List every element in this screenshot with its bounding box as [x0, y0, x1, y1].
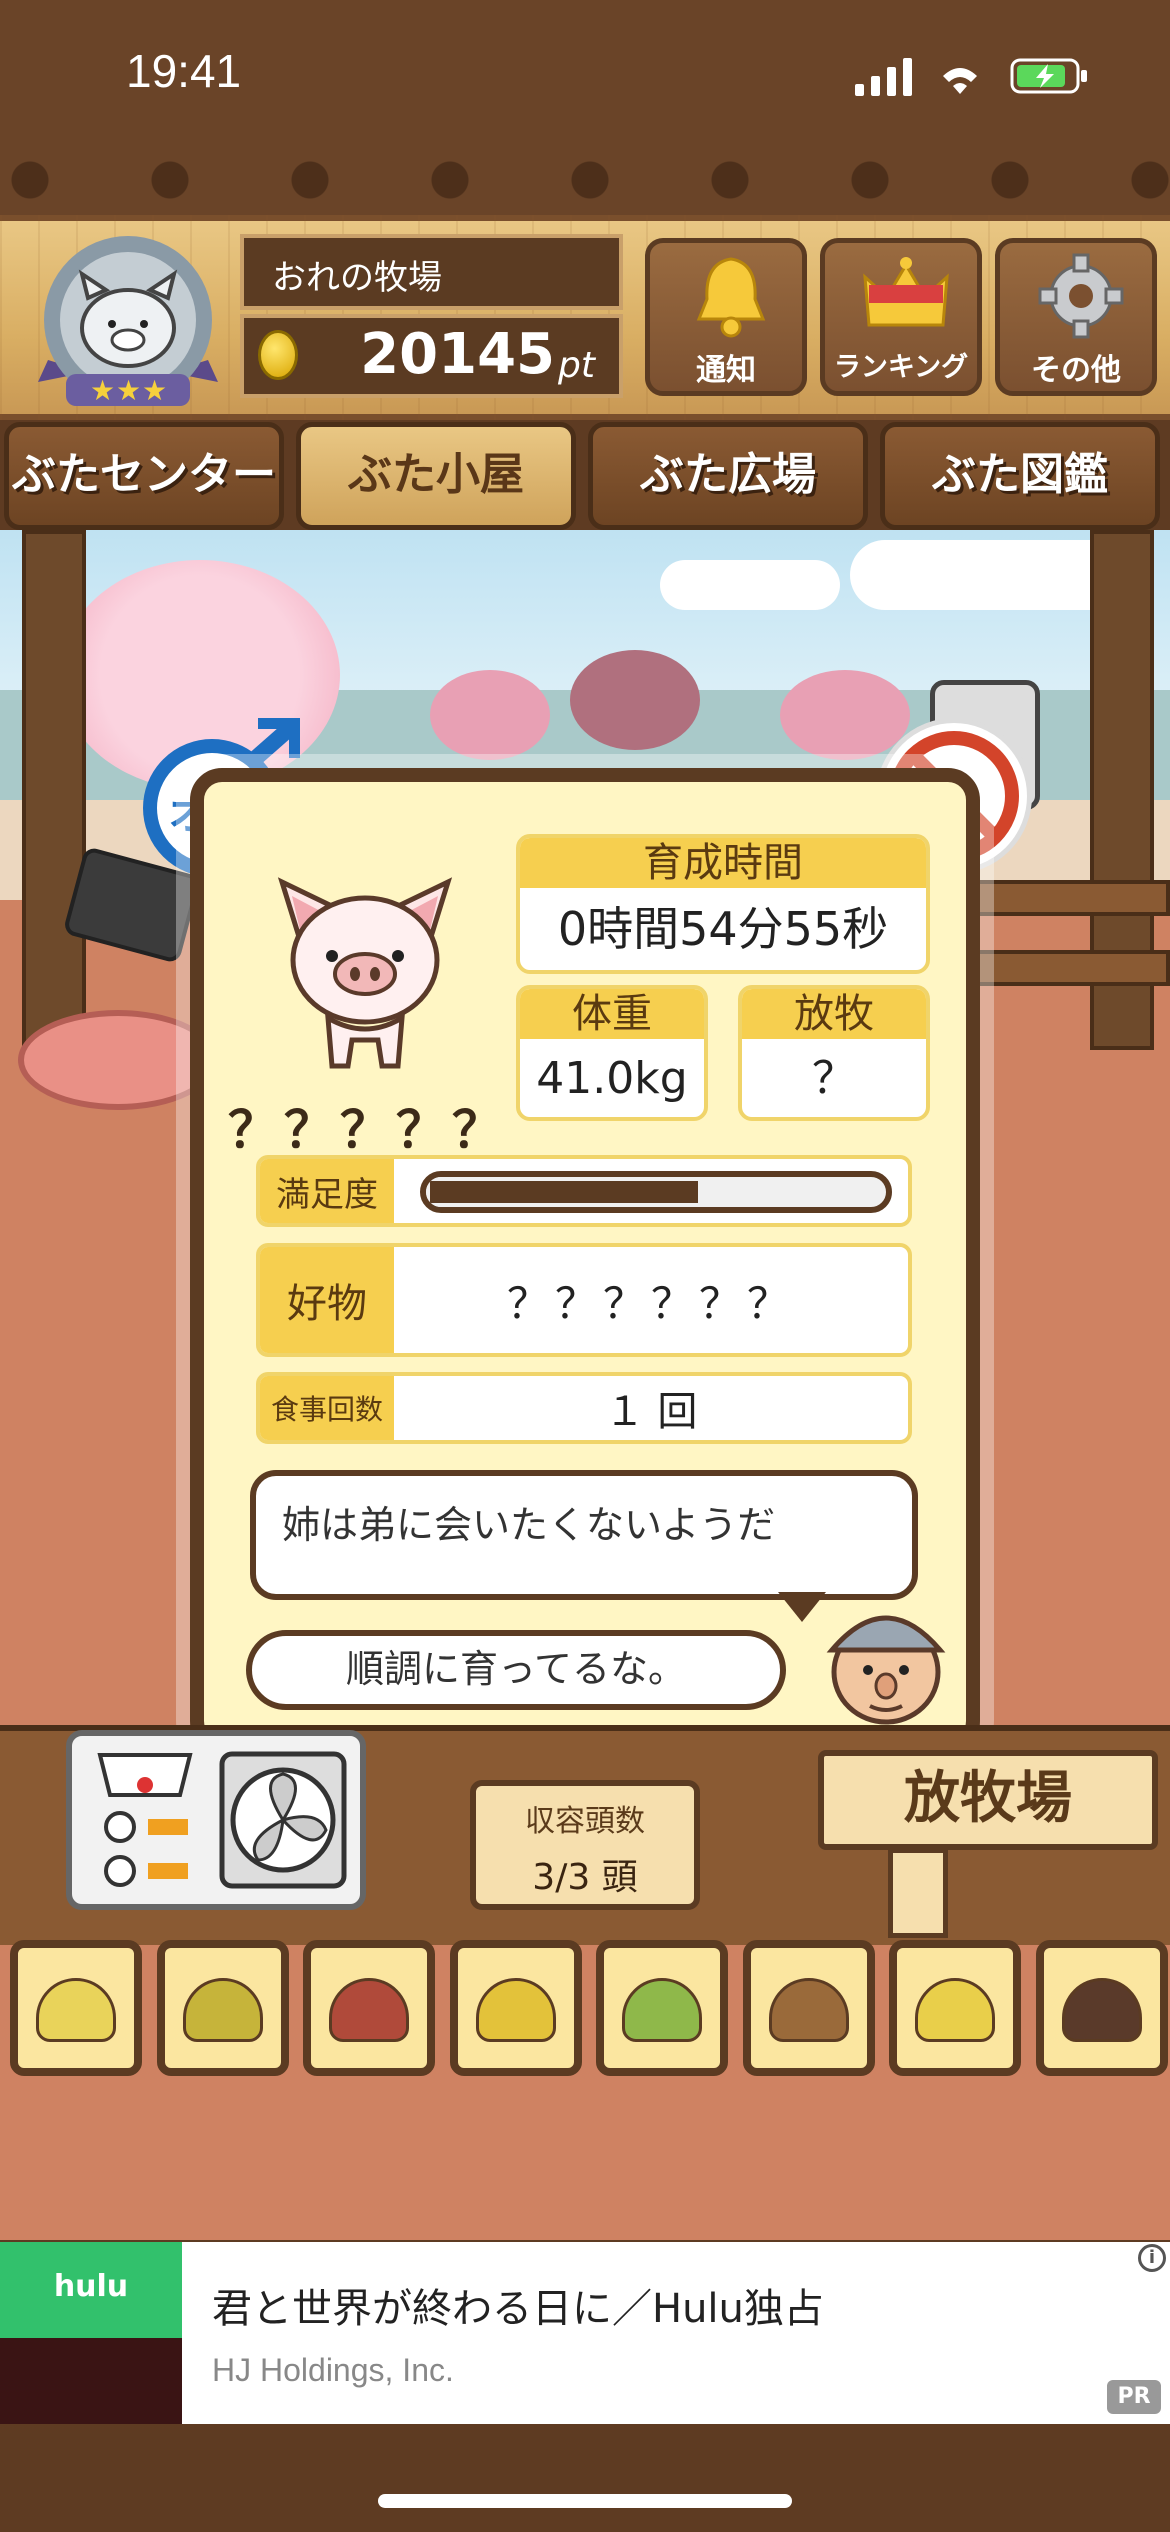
fan-icon	[219, 1751, 347, 1889]
bottom-background	[0, 2424, 1170, 2532]
raising-time-box: 育成時間 0時間54分55秒	[516, 834, 930, 974]
farmer-comment-text: 順調に育ってるな。	[345, 1647, 687, 1691]
grazing-box: 放牧 ？	[738, 985, 930, 1121]
food-item[interactable]	[156, 1940, 289, 2076]
pasture-sign-label: 放牧場	[904, 1766, 1072, 1831]
ranking-button[interactable]: ランキング	[820, 238, 982, 396]
meal-count-value: １ 回	[604, 1389, 698, 1435]
left-gate-post	[22, 530, 86, 1050]
favorite-row: 好物 ？？？？？？	[256, 1243, 912, 1357]
ad-thumbnail[interactable]: hulu	[0, 2242, 182, 2424]
status-bar: 19:41	[0, 0, 1170, 140]
ad-pr-badge: PR	[1107, 2380, 1161, 2414]
meal-count-label: 食事回数	[260, 1376, 394, 1440]
fence-rail	[960, 880, 1170, 916]
mixed-grain-icon	[182, 1978, 263, 2042]
scale-meter-icon	[97, 1753, 193, 1887]
ranking-label: ランキング	[833, 352, 969, 383]
farmer-comment-bubble: 順調に育ってるな。	[246, 1630, 786, 1710]
satisfaction-bar-fill	[426, 1177, 702, 1207]
svg-text:★: ★	[116, 374, 141, 407]
signal-icon	[855, 58, 912, 96]
grazing-label: 放牧	[742, 989, 926, 1039]
capacity-value: 3/3 頭	[532, 1857, 638, 1898]
capacity-sign: 収容頭数 3/3 頭	[470, 1780, 700, 1910]
tab-pig-center[interactable]: ぶたセンター	[4, 422, 284, 530]
pig-rank-badge-icon: ★ ★ ★	[38, 236, 218, 407]
points-unit: pt	[558, 345, 595, 386]
food-item[interactable]	[1035, 1940, 1168, 2076]
weight-box: 体重 41.0kg	[516, 985, 708, 1121]
food-item[interactable]	[10, 1940, 142, 2076]
fence-rail	[960, 950, 1170, 986]
purple-tree	[570, 650, 700, 750]
svg-text:★: ★	[142, 374, 167, 407]
food-bowl-icon	[18, 1010, 218, 1110]
food-item[interactable]	[303, 1940, 435, 2076]
rank-badge[interactable]: ★ ★ ★	[28, 232, 228, 412]
home-indicator[interactable]	[378, 2494, 792, 2508]
notification-button[interactable]: 通知	[645, 238, 807, 396]
hulu-logo: hulu	[0, 2242, 182, 2338]
other-label: その他	[1031, 353, 1121, 388]
food-item[interactable]	[449, 1940, 582, 2076]
pasture-sign-button[interactable]: 放牧場	[818, 1750, 1158, 1850]
crown-icon	[863, 257, 949, 327]
grazing-value: ？	[812, 1053, 856, 1104]
grain-pile-icon	[36, 1978, 116, 2042]
farmer-face-icon[interactable]	[816, 1590, 956, 1730]
cloud	[660, 560, 840, 610]
dark-ball-plate-icon	[1061, 1978, 1142, 2042]
satisfaction-bar	[420, 1171, 892, 1213]
ad-title[interactable]: 君と世界が終わる日に／Hulu独占	[212, 2276, 824, 2334]
sweet-potato-icon	[329, 1978, 409, 2042]
beans-leaf-icon	[622, 1978, 702, 2042]
notification-label: 通知	[696, 353, 756, 388]
coin-icon	[258, 330, 298, 380]
other-button[interactable]: その他	[995, 238, 1157, 396]
svg-text:★: ★	[90, 374, 115, 407]
info-icon[interactable]: i	[1138, 2244, 1166, 2272]
favorite-value: ？？？？？？	[506, 1278, 795, 1328]
wifi-icon	[943, 68, 977, 94]
pink-tree	[430, 670, 550, 760]
acorn-icon	[768, 1978, 849, 2042]
tab-pig-encyclopedia[interactable]: ぶた図鑑	[880, 422, 1160, 530]
farm-name: おれの牧場	[272, 258, 442, 298]
raising-time-label: 育成時間	[520, 838, 926, 888]
background-pattern	[0, 140, 1170, 215]
satisfaction-row: 満足度	[256, 1155, 912, 1227]
lower-ground	[0, 2090, 1170, 2240]
weight-label: 体重	[520, 989, 704, 1039]
capacity-label: 収容頭数	[525, 1804, 645, 1839]
gear-icon	[1038, 253, 1124, 339]
ad-advertiser: HJ Holdings, Inc.	[212, 2352, 454, 2388]
ad-image	[0, 2338, 182, 2424]
message-bubble: 姉は弟に会いたくないようだ	[250, 1470, 918, 1600]
favorite-label: 好物	[260, 1247, 394, 1353]
tab-pig-plaza[interactable]: ぶた広場	[588, 422, 868, 530]
pig-name: ？？？？？	[228, 1101, 508, 1159]
pig-icon[interactable]	[270, 870, 460, 1090]
food-item[interactable]	[889, 1940, 1021, 2076]
food-item[interactable]	[742, 1940, 875, 2076]
points-value: 20145	[360, 322, 555, 387]
weight-value: 41.0kg	[536, 1053, 688, 1104]
sign-post	[888, 1848, 948, 1938]
corn-icon	[475, 1978, 556, 2042]
status-time: 19:41	[126, 45, 242, 97]
meal-count-row: 食事回数 １ 回	[256, 1372, 912, 1444]
satisfaction-label: 満足度	[260, 1159, 394, 1223]
battery-charging-icon	[1010, 58, 1087, 94]
message-text: 姉は弟に会いたくないようだ	[282, 1503, 776, 1547]
soybean-plate-icon	[915, 1978, 995, 2042]
tab-pig-hut[interactable]: ぶた小屋	[296, 422, 576, 530]
raising-time-value: 0時間54分55秒	[557, 902, 889, 956]
bell-icon	[696, 257, 766, 338]
food-item[interactable]	[596, 1940, 728, 2076]
